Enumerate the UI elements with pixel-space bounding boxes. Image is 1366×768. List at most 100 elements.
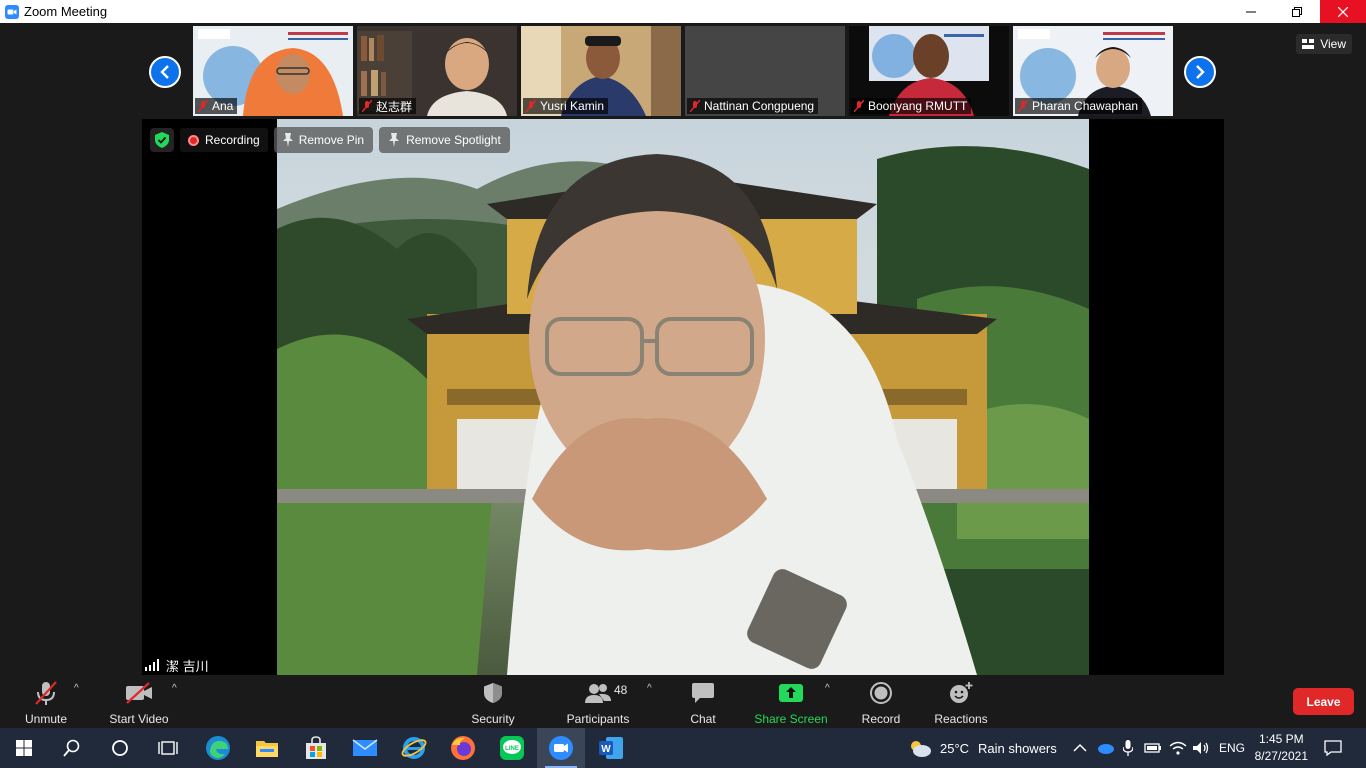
participant-tile[interactable]: Ana — [193, 26, 353, 116]
microphone-tray-icon[interactable] — [1123, 740, 1133, 756]
edge-taskbar-icon[interactable] — [194, 728, 242, 768]
cortana-circle-icon — [112, 740, 128, 756]
start-video-button[interactable]: Start Video — [107, 680, 171, 726]
meeting-controls-toolbar: Unmute ^ Start Video ^ Security Particip… — [0, 675, 1366, 728]
svg-text:LINE: LINE — [505, 746, 519, 752]
next-page-button[interactable] — [1184, 56, 1216, 88]
weather-temperature[interactable]: 25°C — [940, 741, 969, 756]
clock-date: 8/27/2021 — [1254, 749, 1308, 763]
recording-label: Recording — [205, 133, 260, 147]
chevron-up-icon[interactable] — [1073, 743, 1087, 753]
muted-microphone-icon — [35, 681, 57, 705]
participant-tile[interactable]: Boonyang RMUTT — [849, 26, 1009, 116]
recording-indicator[interactable]: Recording — [180, 128, 268, 152]
participant-name-bar: Pharan Chawaphan — [1015, 98, 1143, 114]
start-button[interactable] — [0, 728, 48, 768]
battery-icon[interactable] — [1144, 742, 1162, 754]
search-button[interactable] — [48, 728, 96, 768]
chevron-right-icon — [1196, 65, 1205, 79]
remove-spotlight-label: Remove Spotlight — [406, 133, 501, 147]
muted-mic-icon — [362, 100, 372, 112]
search-icon — [63, 739, 80, 757]
share-screen-label: Share Screen — [754, 712, 828, 726]
participant-name: 赵志群 — [376, 99, 413, 114]
previous-page-button[interactable] — [149, 56, 181, 88]
video-options-caret[interactable]: ^ — [172, 683, 177, 694]
muted-mic-icon — [198, 100, 208, 112]
chevron-left-icon — [160, 65, 169, 79]
participants-count: 48 — [614, 683, 628, 697]
volume-icon[interactable] — [1192, 741, 1210, 755]
participant-tile[interactable]: Yusri Kamin — [521, 26, 681, 116]
spotlight-icon — [389, 133, 400, 147]
chat-button[interactable]: Chat — [688, 680, 718, 726]
unmute-button[interactable]: Unmute — [20, 680, 72, 726]
windows-taskbar: LINE W 25°C Rain showers ENG 1:45 PM 8/2… — [0, 728, 1366, 768]
line-taskbar-icon[interactable]: LINE — [488, 728, 536, 768]
participant-name: Ana — [212, 99, 234, 113]
participant-tile[interactable]: Pharan Chawaphan — [1013, 26, 1173, 116]
participant-name: Yusri Kamin — [540, 99, 605, 113]
notification-center-icon[interactable] — [1324, 740, 1342, 756]
clock-time: 1:45 PM — [1258, 732, 1304, 746]
close-button[interactable] — [1320, 0, 1366, 23]
view-button[interactable]: View — [1296, 34, 1352, 54]
restore-button[interactable] — [1274, 0, 1320, 23]
participant-name: Pharan Chawaphan — [1032, 99, 1139, 113]
minimize-button[interactable] — [1228, 0, 1274, 23]
wifi-icon[interactable] — [1169, 741, 1187, 755]
muted-mic-icon — [526, 100, 536, 112]
task-view-button[interactable] — [144, 728, 192, 768]
zoom-taskbar-icon[interactable] — [537, 728, 585, 768]
weather-description[interactable]: Rain showers — [978, 741, 1057, 756]
share-options-caret[interactable]: ^ — [825, 683, 830, 694]
share-screen-icon — [779, 684, 803, 702]
store-bag-icon — [306, 736, 326, 759]
internet-explorer-icon — [401, 737, 427, 759]
system-clock[interactable]: 1:45 PM 8/27/2021 — [1255, 731, 1308, 765]
line-messenger-icon: LINE — [500, 736, 524, 760]
internet-explorer-taskbar-icon[interactable] — [390, 728, 438, 768]
main-speaker-video[interactable]: Recording Remove Pin Remove Spotlight 潔 … — [142, 119, 1224, 675]
folder-icon — [256, 741, 278, 757]
mail-envelope-icon — [352, 739, 378, 756]
pin-icon — [282, 133, 293, 147]
word-taskbar-icon[interactable]: W — [587, 728, 635, 768]
video-off-icon — [126, 682, 152, 704]
cortana-button[interactable] — [96, 728, 144, 768]
record-button[interactable]: Record — [861, 680, 901, 726]
participant-tile[interactable]: Nattinan Congpueng — [685, 26, 845, 116]
remove-spotlight-button[interactable]: Remove Spotlight — [379, 127, 510, 153]
audio-options-caret[interactable]: ^ — [74, 683, 79, 694]
mail-taskbar-icon[interactable] — [341, 728, 389, 768]
firefox-taskbar-icon[interactable] — [439, 728, 487, 768]
window-titlebar: Zoom Meeting — [0, 0, 1366, 23]
task-view-icon — [158, 741, 178, 755]
participants-options-caret[interactable]: ^ — [647, 683, 652, 694]
reactions-label: Reactions — [934, 712, 988, 726]
muted-mic-icon — [1018, 100, 1028, 112]
security-status-button[interactable] — [150, 128, 174, 152]
muted-mic-icon — [690, 100, 700, 112]
leave-meeting-button[interactable]: Leave — [1293, 688, 1354, 715]
participant-name-bar: Yusri Kamin — [523, 98, 609, 114]
muted-mic-icon — [854, 100, 864, 112]
microsoft-word-icon: W — [599, 737, 623, 759]
windows-logo-icon — [16, 740, 32, 756]
participants-label: Participants — [566, 712, 630, 726]
video-overlay-controls: Recording Remove Pin Remove Spotlight — [150, 127, 510, 153]
record-icon — [870, 682, 892, 704]
participant-name: Boonyang RMUTT — [868, 99, 968, 113]
store-taskbar-icon[interactable] — [292, 728, 340, 768]
security-button[interactable]: Security — [470, 680, 516, 726]
weather-cloud-icon — [911, 741, 931, 757]
input-language[interactable]: ENG — [1219, 741, 1245, 755]
file-explorer-taskbar-icon[interactable] — [243, 728, 291, 768]
reactions-button[interactable]: Reactions — [934, 680, 988, 726]
share-screen-button[interactable]: Share Screen — [754, 680, 828, 726]
edge-browser-icon — [206, 736, 230, 760]
onedrive-cloud-icon[interactable] — [1096, 742, 1114, 754]
remove-pin-label: Remove Pin — [298, 133, 365, 147]
remove-pin-button[interactable]: Remove Pin — [273, 127, 374, 153]
participant-tile[interactable]: 赵志群 — [357, 26, 517, 116]
